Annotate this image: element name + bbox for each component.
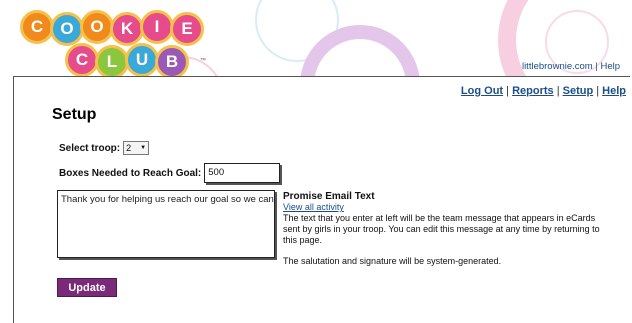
- update-button[interactable]: Update: [57, 278, 117, 297]
- logo-letter: U: [125, 43, 159, 77]
- chevron-down-icon: ▼: [140, 145, 147, 151]
- reports-link[interactable]: Reports: [512, 85, 554, 97]
- separator: |: [556, 85, 560, 97]
- logo-letter: B: [155, 45, 189, 79]
- header-help-link[interactable]: Help: [600, 61, 620, 72]
- view-activity-link[interactable]: View all activity: [283, 202, 603, 213]
- logo-letter: I: [140, 10, 174, 44]
- cookie-club-logo[interactable]: C O O K I E C L U B ™: [20, 10, 220, 80]
- promise-description: The text that you enter at left will be …: [283, 213, 600, 245]
- troop-label: Select troop:: [59, 142, 121, 154]
- main-panel: Log Out | Reports | Setup | Help Setup S…: [13, 76, 630, 323]
- logout-link[interactable]: Log Out: [461, 85, 503, 97]
- page-title: Setup: [52, 106, 97, 123]
- help-link[interactable]: Help: [602, 85, 626, 97]
- logo-letter: C: [65, 43, 99, 77]
- troop-row: Select troop: 2 ▼: [59, 141, 150, 155]
- top-nav: Log Out | Reports | Setup | Help: [461, 85, 626, 97]
- promise-note: The salutation and signature will be sys…: [283, 256, 502, 266]
- logo-letter: K: [110, 12, 144, 46]
- logo-letter: L: [95, 45, 129, 79]
- troop-value: 2: [126, 143, 132, 153]
- header-banner: C O O K I E C L U B ™ littlebrownie.com …: [0, 0, 632, 80]
- trademark: ™: [200, 58, 206, 64]
- separator: |: [506, 85, 509, 97]
- message-textarea[interactable]: Thank you for helping us reach our goal …: [57, 190, 275, 258]
- promise-title: Promise Email Text: [283, 191, 375, 202]
- site-link[interactable]: littlebrownie.com: [522, 61, 593, 72]
- logo-letter: O: [50, 12, 84, 46]
- goal-row: Boxes Needed to Reach Goal: 500: [59, 163, 281, 183]
- logo-letter: C: [20, 10, 54, 44]
- setup-link[interactable]: Setup: [563, 85, 594, 97]
- goal-label: Boxes Needed to Reach Goal:: [59, 167, 202, 179]
- logo-letter: E: [170, 12, 204, 46]
- goal-input[interactable]: 500: [204, 163, 281, 183]
- separator: |: [595, 61, 598, 72]
- promise-info: Promise Email Text View all activity The…: [283, 191, 603, 267]
- separator: |: [596, 85, 600, 97]
- logo-letter: O: [80, 10, 114, 44]
- troop-select[interactable]: 2 ▼: [123, 141, 150, 155]
- header-links: littlebrownie.com | Help: [522, 61, 620, 72]
